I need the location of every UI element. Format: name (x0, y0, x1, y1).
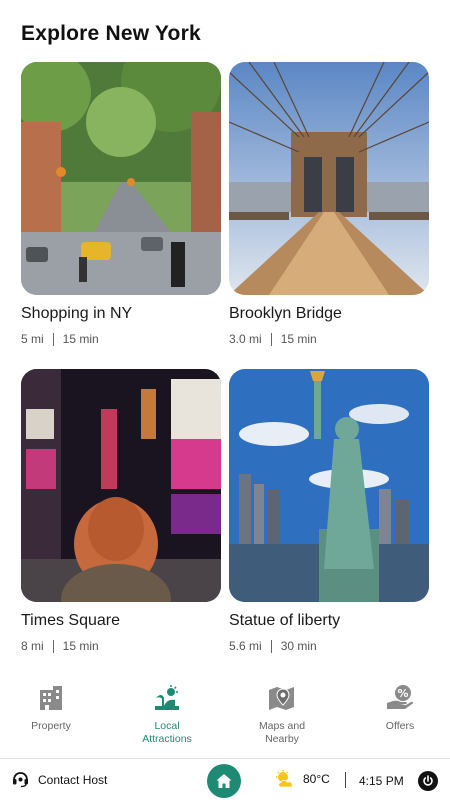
partly-sunny-icon (276, 770, 294, 788)
power-button[interactable] (418, 771, 438, 791)
tab-label: Maps and Nearby (258, 720, 306, 745)
distance-text: 8 mi (21, 639, 44, 653)
weather-widget: 80°C (275, 770, 330, 788)
statue-photo (229, 369, 429, 602)
headset-icon (13, 772, 28, 788)
bottom-status-bar: Contact Host 80°C 4:15 PM (0, 758, 450, 800)
distance-text: 3.0 mi (229, 332, 262, 346)
attraction-meta: 5 mi 15 min (21, 332, 221, 346)
bottom-tab-bar: Property Local Attractions Maps and Near… (0, 678, 450, 754)
duration-text: 15 min (62, 332, 99, 346)
percent-offer-icon: % (387, 685, 414, 709)
tab-property[interactable]: Property (1, 678, 101, 733)
attraction-name: Statue of liberty (229, 612, 341, 629)
meta-divider (52, 332, 54, 346)
distance-text: 5.6 mi (229, 639, 262, 653)
attraction-meta: 3.0 mi 15 min (229, 332, 429, 346)
attraction-name: Times Square (21, 612, 120, 629)
tab-maps-and-nearby[interactable]: Maps and Nearby (232, 678, 332, 746)
attractions-icon (155, 685, 179, 710)
attraction-card-shopping[interactable]: Shopping in NY 5 mi 15 min (21, 62, 221, 346)
meta-divider (52, 639, 54, 653)
temperature-text: 80°C (303, 772, 330, 786)
attraction-card-brooklyn-bridge[interactable]: Brooklyn Bridge 3.0 mi 15 min (229, 62, 429, 346)
building-icon (40, 686, 62, 710)
meta-divider (270, 332, 272, 346)
times-square-photo (21, 369, 221, 602)
time-text: 4:15 PM (359, 774, 404, 788)
attraction-name: Brooklyn Bridge (229, 305, 342, 322)
page-title: Explore New York (21, 22, 201, 45)
power-icon (423, 775, 433, 786)
home-icon (216, 774, 232, 788)
svg-text:%: % (397, 687, 408, 700)
tab-local-attractions[interactable]: Local Attractions (117, 678, 217, 746)
duration-text: 15 min (62, 639, 99, 653)
tab-label: Property (31, 720, 71, 732)
contact-host-label: Contact Host (38, 772, 108, 787)
duration-text: 15 min (280, 332, 317, 346)
tab-label: Offers (385, 720, 415, 732)
bridge-photo (229, 62, 429, 295)
tab-offers[interactable]: % Offers (350, 678, 450, 733)
map-pin-icon (269, 687, 294, 710)
status-divider (345, 772, 346, 788)
attraction-meta: 8 mi 15 min (21, 639, 221, 653)
attraction-name: Shopping in NY (21, 305, 133, 322)
meta-divider (270, 639, 272, 653)
duration-text: 30 min (280, 639, 317, 653)
attraction-meta: 5.6 mi 30 min (229, 639, 429, 653)
tab-label: Local Attractions (142, 720, 192, 745)
attraction-card-times-square[interactable]: Times Square 8 mi 15 min (21, 369, 221, 653)
attraction-card-statue-of-liberty[interactable]: Statue of liberty 5.6 mi 30 min (229, 369, 429, 653)
home-button[interactable] (207, 764, 241, 798)
street-photo (21, 62, 221, 295)
contact-host-button[interactable]: Contact Host (12, 771, 107, 788)
distance-text: 5 mi (21, 332, 44, 346)
